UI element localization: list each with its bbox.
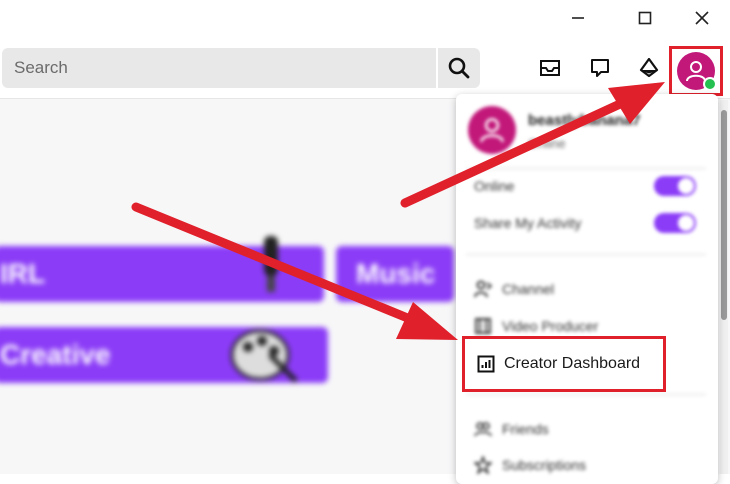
channel-icon [474,280,492,298]
search-placeholder: Search [14,58,68,77]
close-icon [695,11,709,25]
menu-item-friends[interactable]: Friends [474,420,549,438]
menu-username: beastlybanana7 [528,112,641,129]
category-irl[interactable]: IRL [0,236,324,302]
bits-icon [639,58,659,78]
category-label: Music [356,258,436,289]
menu-item-channel[interactable]: Channel [474,280,554,298]
divider [466,394,706,395]
menu-item-creator-dashboard[interactable]: Creator Dashboard [462,336,666,392]
search-input[interactable]: Search [2,48,436,88]
minimize-button[interactable] [553,0,603,36]
inbox-icon [540,60,560,76]
search-icon [448,57,470,79]
palette-icon [230,329,298,383]
category-creative[interactable]: Creative [0,327,328,383]
toggle-label-share-activity: Share My Activity [474,215,582,231]
dashboard-icon [477,355,495,373]
maximize-icon [638,11,652,25]
menu-item-label: Channel [502,281,555,297]
user-dropdown-menu: beastlybanana7 Online Online Share My Ac… [456,94,718,484]
whispers-button[interactable] [584,52,616,84]
friends-icon [474,422,492,437]
microphone-icon [264,236,278,292]
menu-status: Online [528,136,566,151]
subscriptions-icon [474,456,492,474]
menu-item-subscriptions[interactable]: Subscriptions [474,456,586,474]
category-music[interactable]: Music [336,246,454,302]
menu-item-label: Creator Dashboard [504,355,641,372]
title-bar [0,0,730,38]
inbox-button[interactable] [534,52,566,84]
menu-avatar [468,106,516,154]
avatar [677,52,717,91]
menu-item-video-producer[interactable]: Video Producer [474,317,598,335]
minimize-icon [572,17,584,19]
divider [466,254,706,255]
menu-item-label: Subscriptions [502,457,587,473]
video-producer-icon [475,318,491,334]
search-button[interactable] [438,48,480,88]
category-label: IRL [0,258,46,289]
whispers-icon [591,59,609,77]
bits-button[interactable] [633,52,665,84]
user-menu-button[interactable] [669,46,723,96]
toggle-label-online: Online [474,178,515,194]
scrollbar-thumb[interactable] [721,110,727,320]
online-indicator [703,77,717,91]
category-label: Creative [0,339,111,370]
divider [466,168,706,169]
menu-item-label: Friends [502,421,549,437]
user-icon [480,118,504,143]
online-toggle[interactable] [654,176,696,196]
share-activity-toggle[interactable] [654,213,696,233]
close-button[interactable] [677,0,727,36]
maximize-button[interactable] [620,0,670,36]
menu-item-label: Video Producer [502,318,599,334]
top-nav-bar: Search [0,38,730,99]
